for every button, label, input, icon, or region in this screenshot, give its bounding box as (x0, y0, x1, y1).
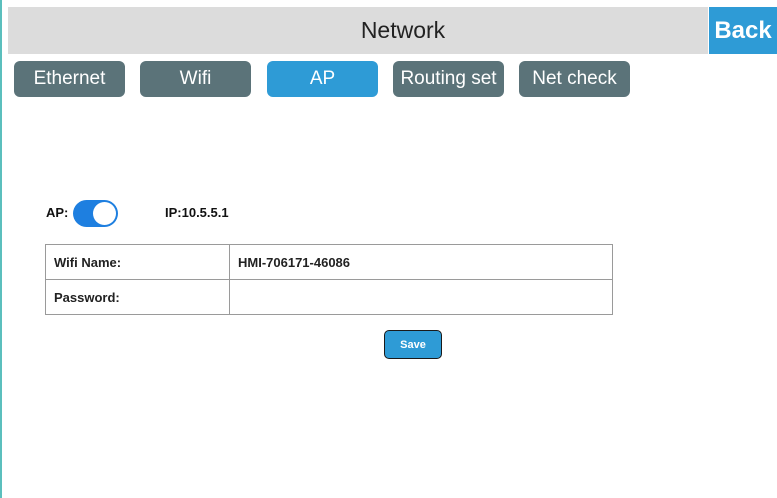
toggle-knob (93, 202, 116, 225)
wifi-name-label: Wifi Name: (45, 244, 230, 280)
title-bar: Network (8, 7, 708, 54)
password-input[interactable] (238, 289, 604, 305)
password-label: Password: (45, 279, 230, 315)
ap-toggle[interactable] (73, 200, 118, 227)
back-button[interactable]: Back (709, 7, 777, 54)
wifi-name-cell (229, 244, 613, 280)
ap-settings-table: Wifi Name: Password: (45, 244, 613, 315)
tab-wifi[interactable]: Wifi (140, 61, 251, 97)
tab-routing-set[interactable]: Routing set (393, 61, 504, 97)
tab-net-check[interactable]: Net check (519, 61, 630, 97)
tab-ethernet[interactable]: Ethernet (14, 61, 125, 97)
tab-ap[interactable]: AP (267, 61, 378, 97)
wifi-name-input[interactable] (238, 254, 604, 270)
ap-label: AP: (46, 205, 69, 220)
save-button[interactable]: Save (384, 330, 442, 359)
ip-address: IP:10.5.5.1 (165, 205, 229, 220)
password-cell (229, 279, 613, 315)
table-row: Wifi Name: (45, 244, 613, 280)
page-title: Network (360, 17, 446, 43)
table-row: Password: (45, 279, 613, 315)
left-border (0, 0, 2, 498)
